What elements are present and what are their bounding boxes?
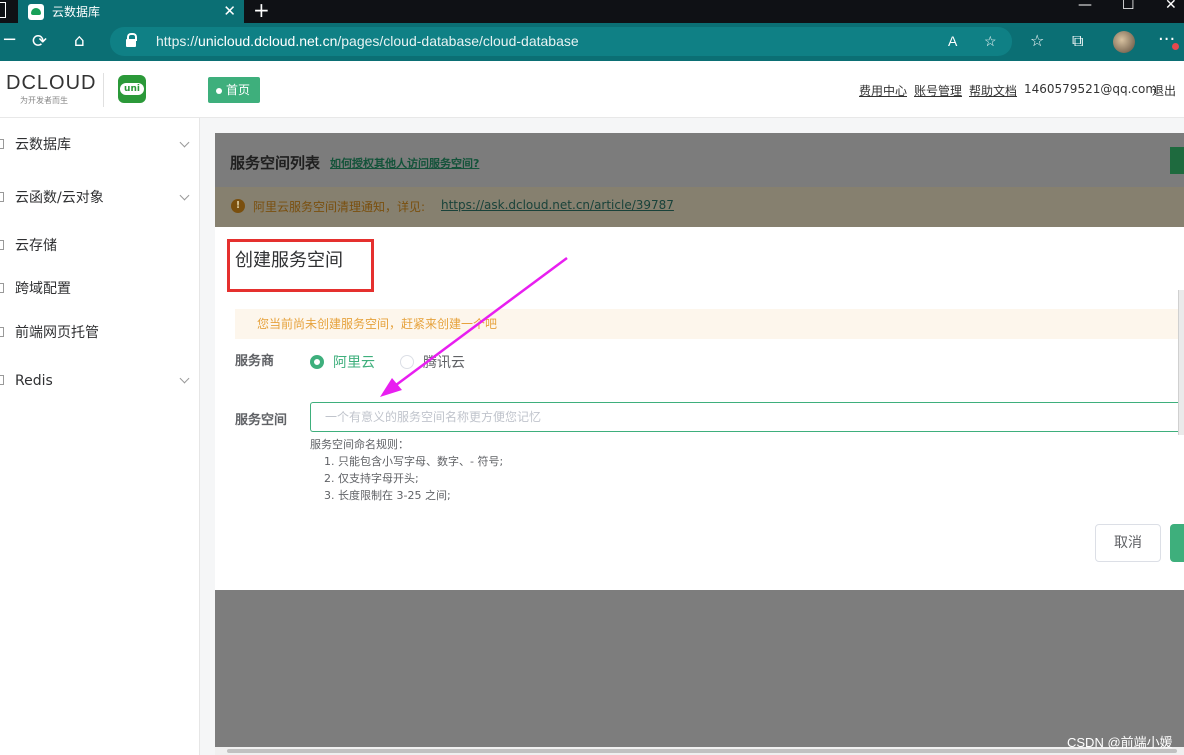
confirm-button[interactable] (1170, 524, 1184, 562)
link-account[interactable]: 账号管理 (914, 82, 962, 99)
notice-link[interactable]: https://ask.dcloud.net.cn/article/39787 (441, 198, 674, 212)
side-panel-edge (1178, 290, 1184, 435)
sidebar: 云数据库 云函数/云对象 云存储 跨域配置 前端网页托管 Redis (0, 118, 200, 755)
site-header: DCLOUD 为开发者而生 uni 首页 费用中心 账号管理 帮助文档 1460… (0, 61, 1184, 118)
warning-icon: ! (231, 199, 245, 213)
space-name-label: 服务空间 (235, 413, 288, 428)
function-icon (0, 192, 4, 202)
favorite-add-icon[interactable]: ☆ (984, 27, 997, 56)
rules-title: 服务空间命名规则： (310, 438, 409, 451)
sidebar-item-redis[interactable]: Redis (0, 361, 200, 401)
space-list-title: 服务空间列表 (230, 154, 321, 172)
user-email: 1460579521@qq.com (1024, 82, 1158, 96)
maximize-icon[interactable]: ☐ (1122, 0, 1135, 13)
radio-checked-icon (310, 355, 324, 369)
rule-item: 3. 长度限制在 3-25 之间; (324, 489, 451, 502)
close-tab-icon[interactable]: ✕ (223, 2, 236, 20)
lock-icon[interactable] (126, 33, 137, 47)
home-tab[interactable]: 首页 (208, 77, 260, 103)
database-icon (0, 139, 4, 149)
provider-radio-aliyun[interactable]: 阿里云 (310, 352, 375, 372)
url-field[interactable]: https://unicloud.dcloud.net.cn/pages/clo… (110, 27, 1012, 56)
space-name-input[interactable]: 一个有意义的服务空间名称更方便您记忆 (310, 402, 1184, 432)
chevron-down-icon (179, 373, 190, 384)
minimize-icon[interactable]: — (1078, 0, 1092, 13)
refresh-icon[interactable]: ⟳ (32, 31, 47, 52)
browser-tab-active[interactable]: 云数据库 ✕ (18, 0, 244, 23)
read-aloud-icon[interactable]: A (948, 27, 957, 56)
tab-title: 云数据库 (52, 5, 101, 19)
provider-radio-tencent[interactable]: 腾讯云 (400, 352, 465, 372)
rule-item: 2. 仅支持字母开头; (324, 472, 419, 485)
redis-icon (0, 375, 4, 385)
url-path: /pages/cloud-database/cloud-database (337, 33, 579, 49)
sidebar-item-hosting[interactable]: 前端网页托管 (0, 313, 200, 353)
home-icon[interactable]: ⌂ (74, 31, 85, 51)
window-menu-icon[interactable] (0, 2, 6, 18)
chevron-down-icon (179, 137, 190, 148)
header-divider (103, 73, 104, 107)
sidebar-item-cloud-storage[interactable]: 云存储 (0, 226, 200, 266)
cleanup-notice: ! 阿里云服务空间清理通知，详见: https://ask.dcloud.net… (215, 187, 1184, 227)
logout-link[interactable]: 退出 (1152, 82, 1176, 99)
no-space-alert: 您当前尚未创建服务空间，赶紧来创建一个吧 (235, 309, 1184, 339)
notification-dot (1172, 43, 1179, 50)
cloud-favicon-icon (28, 3, 44, 20)
naming-rules: 服务空间命名规则： 1. 只能包含小写字母、数字、- 符号; 2. 仅支持字母开… (310, 436, 503, 504)
chevron-down-icon (179, 190, 190, 201)
brand-tagline: 为开发者而生 (20, 96, 68, 105)
link-docs[interactable]: 帮助文档 (969, 82, 1017, 99)
notice-text: 阿里云服务空间清理通知，详见: (253, 200, 426, 214)
csdn-watermark: CSDN @前端小媛 (1067, 735, 1173, 750)
url-host: unicloud.dcloud.net.cn (198, 33, 338, 49)
link-billing[interactable]: 费用中心 (859, 82, 907, 99)
title-highlight-box (227, 239, 374, 292)
close-window-icon[interactable]: ✕ (1165, 0, 1177, 13)
url-prefix: https:// (156, 33, 199, 49)
space-list-header: 服务空间列表 如何授权其他人访问服务空间? (215, 133, 1184, 187)
address-bar-row: − ⟳ ⌂ https://unicloud.dcloud.net.cn/pag… (0, 23, 1184, 61)
horizontal-scrollbar[interactable] (215, 747, 1184, 755)
dcloud-logo[interactable]: DCLOUD (6, 72, 96, 95)
create-space-button[interactable] (1170, 147, 1184, 174)
unicloud-logo[interactable]: uni (118, 75, 146, 103)
sidebar-item-cors[interactable]: 跨域配置 (0, 269, 200, 309)
sidebar-item-cloud-functions[interactable]: 云函数/云对象 (0, 178, 200, 218)
radio-unchecked-icon (400, 355, 414, 369)
provider-label: 服务商 (235, 354, 275, 369)
scrollbar-thumb[interactable] (227, 749, 1177, 753)
new-tab-button[interactable]: + (253, 0, 270, 22)
cancel-button[interactable]: 取消 (1095, 524, 1161, 562)
cors-icon (0, 283, 4, 293)
create-space-dialog: 创建服务空间 您当前尚未创建服务空间，赶紧来创建一个吧 服务商 阿里云 腾讯云 … (215, 227, 1184, 590)
storage-icon (0, 240, 4, 250)
sidebar-item-cloud-db[interactable]: 云数据库 (0, 125, 200, 165)
browser-tab-strip: 云数据库 ✕ + — ☐ ✕ (0, 0, 1184, 23)
profile-avatar[interactable] (1113, 31, 1135, 53)
favorites-icon[interactable]: ☆ (1030, 31, 1044, 50)
hosting-icon (0, 327, 4, 337)
collections-icon[interactable]: ⧉ (1072, 31, 1083, 51)
auth-help-link[interactable]: 如何授权其他人访问服务空间? (330, 155, 479, 171)
rule-item: 1. 只能包含小写字母、数字、- 符号; (324, 455, 504, 468)
back-icon[interactable]: − (2, 29, 17, 50)
